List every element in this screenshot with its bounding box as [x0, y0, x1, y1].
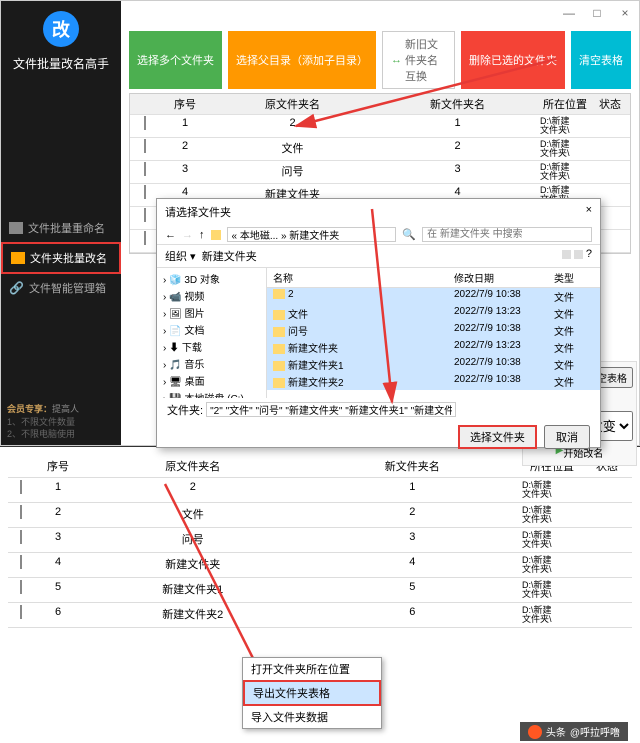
checkbox[interactable] — [144, 162, 146, 176]
sidebar-item-folder-rename[interactable]: 文件夹批量改名 — [1, 242, 121, 274]
help-icon[interactable]: ? — [586, 248, 592, 260]
checkbox[interactable] — [144, 208, 146, 222]
member-info: 会员专享：提高人 1、不限文件数量2、不限电脑使用 — [7, 403, 79, 441]
cancel-button[interactable]: 取消 — [544, 425, 590, 449]
checkbox[interactable] — [144, 231, 146, 245]
folder-icon — [273, 361, 285, 371]
table-row[interactable]: 5新建文件夹15D:\新建文件夹\ — [8, 578, 632, 603]
nav-back-button[interactable]: ← — [165, 229, 176, 241]
arrow-annotation-2 — [337, 207, 407, 407]
folder-icon — [273, 344, 285, 354]
arrow-annotation-1 — [291, 56, 561, 136]
maximize-button[interactable]: □ — [583, 6, 611, 20]
file-icon — [9, 222, 23, 234]
file-row[interactable]: 新建文件夹22022/7/9 10:38文件 — [267, 373, 600, 390]
tree-item[interactable]: › 🖥 桌面 — [159, 372, 264, 389]
new-folder-button[interactable]: 新建文件夹 — [202, 251, 257, 263]
checkbox[interactable] — [20, 555, 22, 569]
ctx-export-table[interactable]: 导出文件夹表格 — [243, 680, 381, 706]
table-row[interactable]: 121D:\新建文件夹\ — [8, 478, 632, 503]
view-icon-1[interactable] — [562, 250, 571, 259]
app-logo: 改 — [43, 11, 79, 47]
folder-field-label: 文件夹: — [167, 405, 203, 417]
dialog-title: 请选择文件夹 — [165, 204, 231, 220]
clear-table-button[interactable]: 清空表格 — [571, 31, 631, 89]
checkbox[interactable] — [20, 480, 22, 494]
nav-up-button[interactable]: ↑ — [199, 229, 205, 241]
nav-fwd-button[interactable]: → — [182, 229, 193, 241]
folder-icon — [273, 310, 285, 320]
tree-item[interactable]: › 💾 本地磁盘 (C:) — [159, 389, 264, 398]
ctx-open-location[interactable]: 打开文件夹所在位置 — [243, 658, 381, 680]
app-title: 文件批量改名高手 — [1, 51, 121, 84]
watermark-icon — [528, 725, 542, 739]
sidebar-item-file-manager[interactable]: 🔗文件智能管理箱 — [1, 274, 121, 302]
folder-tree[interactable]: › 🧊 3D 对象› 📹 视频› 🖼 图片› 📄 文档› ⬇ 下载› 🎵 音乐›… — [157, 268, 267, 398]
tree-item[interactable]: › 🎵 音乐 — [159, 355, 264, 372]
view-icon-2[interactable] — [574, 250, 583, 259]
file-row[interactable]: 文件2022/7/9 13:23文件 — [267, 305, 600, 322]
tree-item[interactable]: › 🧊 3D 对象 — [159, 270, 264, 287]
context-menu: 打开文件夹所在位置 导出文件夹表格 导入文件夹数据 — [242, 657, 382, 729]
tool-icon: 🔗 — [9, 281, 24, 295]
folder-icon — [273, 289, 285, 299]
checkbox[interactable] — [20, 530, 22, 544]
minimize-button[interactable]: — — [555, 6, 583, 20]
file-row[interactable]: 新建文件夹2022/7/9 13:23文件 — [267, 339, 600, 356]
file-row[interactable]: 问号2022/7/9 10:38文件 — [267, 322, 600, 339]
organize-dropdown[interactable]: 组织 ▾ — [165, 251, 196, 263]
table-row[interactable]: 2文件2D:\新建文件夹\ — [8, 503, 632, 528]
checkbox[interactable] — [144, 116, 146, 130]
table-row[interactable]: 3问号3D:\新建文件夹\ — [130, 161, 630, 184]
tree-item[interactable]: › 📄 文档 — [159, 321, 264, 338]
sidebar-spacer — [1, 84, 121, 214]
folder-field[interactable] — [206, 402, 456, 417]
file-row[interactable]: 新建文件夹12022/7/9 10:38文件 — [267, 356, 600, 373]
table-row[interactable]: 4新建文件夹4D:\新建文件夹\ — [8, 553, 632, 578]
tree-item[interactable]: › 📹 视频 — [159, 287, 264, 304]
tree-item[interactable]: › 🖼 图片 — [159, 304, 264, 321]
folder-icon — [273, 327, 285, 337]
dialog-close-button[interactable]: × — [586, 204, 592, 220]
table-row[interactable]: 2文件2D:\新建文件夹\ — [130, 138, 630, 161]
close-button[interactable]: × — [611, 6, 639, 20]
checkbox[interactable] — [144, 139, 146, 153]
table-row[interactable]: 6新建文件夹26D:\新建文件夹\ — [8, 603, 632, 628]
table-row[interactable]: 3问号3D:\新建文件夹\ — [8, 528, 632, 553]
checkbox[interactable] — [20, 580, 22, 594]
tree-item[interactable]: › ⬇ 下载 — [159, 338, 264, 355]
file-row[interactable]: 22022/7/9 10:38文件 — [267, 288, 600, 305]
folder-icon — [11, 252, 25, 264]
checkbox[interactable] — [144, 185, 146, 199]
checkbox[interactable] — [20, 605, 22, 619]
watermark: 头条 @呼拉呼噜 — [520, 722, 628, 741]
select-multi-folders-button[interactable]: 选择多个文件夹 — [129, 31, 222, 89]
file-list[interactable]: 名称修改日期类型 22022/7/9 10:38文件文件2022/7/9 13:… — [267, 268, 600, 398]
folder-select-dialog: 请选择文件夹× ← → ↑ 🔍 组织 ▾ 新建文件夹 ? › 🧊 3D 对象› … — [156, 198, 601, 448]
sidebar-item-file-rename[interactable]: 文件批量重命名 — [1, 214, 121, 242]
ctx-import-data[interactable]: 导入文件夹数据 — [243, 706, 381, 728]
checkbox[interactable] — [20, 505, 22, 519]
folder-icon — [211, 230, 221, 240]
select-folder-button[interactable]: 选择文件夹 — [458, 425, 537, 449]
folder-icon — [273, 378, 285, 388]
search-input[interactable] — [422, 227, 592, 242]
